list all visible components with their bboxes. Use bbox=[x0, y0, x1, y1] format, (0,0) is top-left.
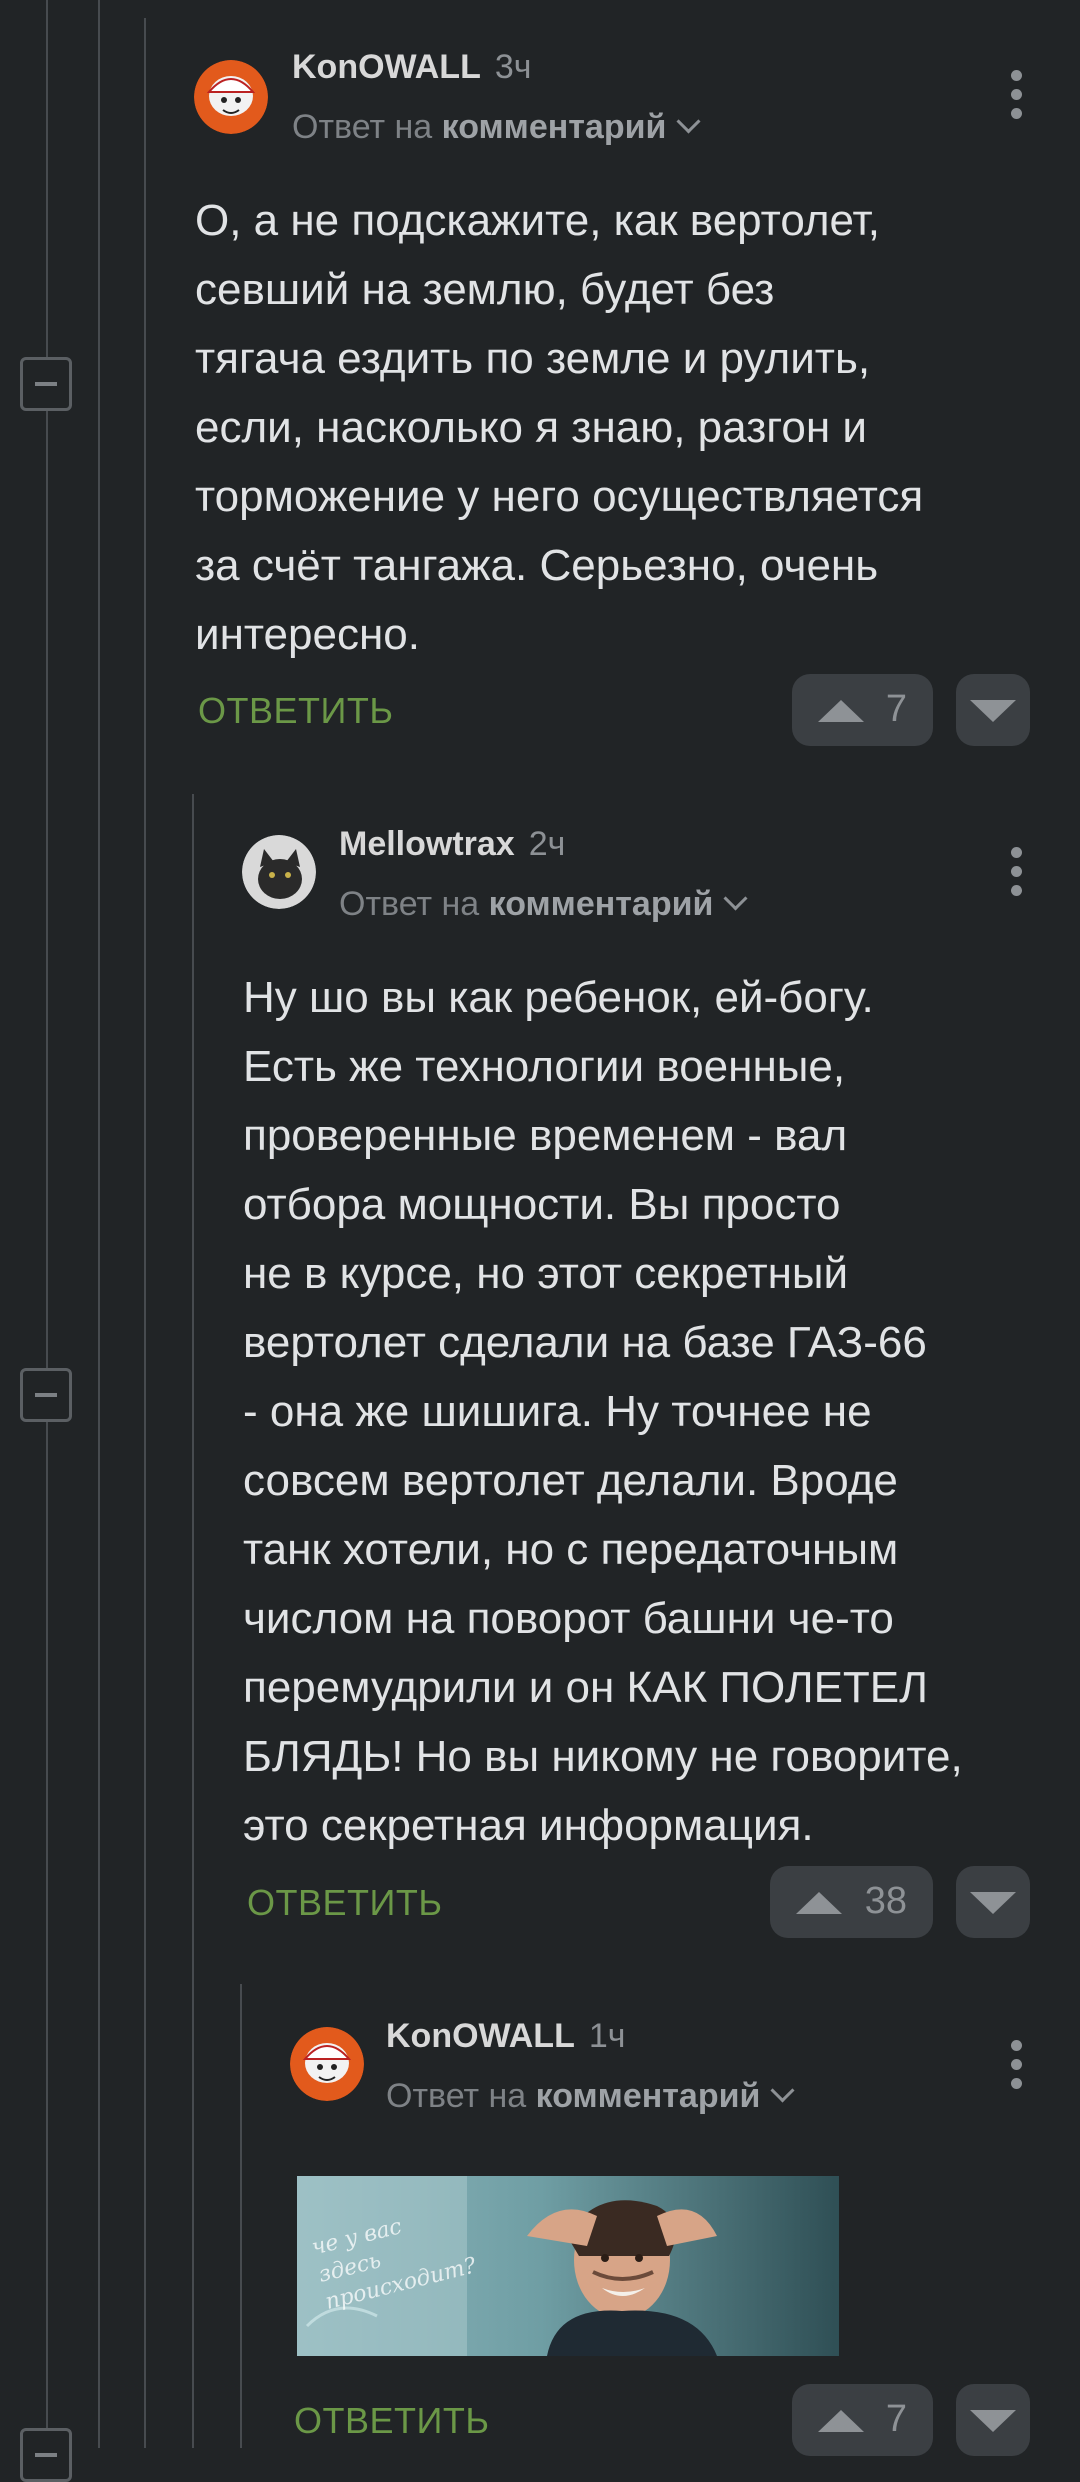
thread-line bbox=[98, 0, 100, 2448]
triangle-down-icon bbox=[970, 1892, 1016, 1914]
triangle-down-icon bbox=[970, 2410, 1016, 2432]
upvote-button[interactable]: 38 bbox=[770, 1866, 933, 1938]
dot-icon bbox=[1011, 70, 1022, 81]
thread-line bbox=[144, 18, 146, 2448]
more-options-button[interactable] bbox=[1011, 2040, 1023, 2097]
comment-time: 3ч bbox=[494, 48, 532, 86]
comment-text: Ну шо вы как ребенок, ей-богу. Есть же т… bbox=[243, 973, 963, 1850]
upvote-button[interactable]: 7 bbox=[792, 674, 933, 746]
comment-text: О, а не подскажите, как вертолет, севший… bbox=[195, 196, 924, 659]
avatar[interactable] bbox=[194, 60, 268, 134]
author-name[interactable]: Mellowtrax bbox=[339, 825, 515, 863]
reply-target-link[interactable]: комментарий bbox=[536, 2077, 761, 2115]
collapse-thread-button[interactable] bbox=[20, 357, 72, 411]
reply-prefix: Ответ на bbox=[292, 108, 433, 146]
comment-time: 1ч bbox=[588, 2017, 626, 2055]
chevron-down-icon bbox=[723, 886, 748, 911]
dot-icon bbox=[1011, 108, 1022, 119]
reply-prefix: Ответ на bbox=[339, 885, 480, 923]
downvote-button[interactable] bbox=[956, 674, 1030, 746]
avatar[interactable] bbox=[290, 2027, 364, 2101]
rating-count: 7 bbox=[885, 2398, 907, 2440]
more-options-button[interactable] bbox=[1011, 70, 1023, 127]
dot-icon bbox=[1011, 2059, 1022, 2070]
dot-icon bbox=[1011, 866, 1022, 877]
triangle-up-icon bbox=[796, 1892, 842, 1914]
comment-time: 2ч bbox=[528, 825, 566, 863]
dot-icon bbox=[1011, 89, 1022, 100]
reply-reference[interactable]: Ответ на комментарий bbox=[292, 108, 701, 147]
triangle-up-icon bbox=[818, 2410, 864, 2432]
downvote-button[interactable] bbox=[956, 2384, 1030, 2456]
comment-author[interactable]: KonOWALL 1ч bbox=[386, 2017, 625, 2056]
minus-icon bbox=[35, 1393, 57, 1397]
reply-prefix: Ответ на bbox=[386, 2077, 527, 2115]
comment-author[interactable]: Mellowtrax 2ч bbox=[339, 825, 565, 864]
dot-icon bbox=[1011, 2040, 1022, 2051]
author-name[interactable]: KonOWALL bbox=[386, 2017, 575, 2055]
triangle-down-icon bbox=[970, 700, 1016, 722]
chevron-down-icon bbox=[676, 109, 701, 134]
reply-reference[interactable]: Ответ на комментарий bbox=[386, 2077, 795, 2116]
minus-icon bbox=[35, 382, 57, 386]
reply-reference[interactable]: Ответ на комментарий bbox=[339, 885, 748, 924]
reply-button[interactable]: ОТВЕТИТЬ bbox=[198, 690, 394, 732]
reply-target-link[interactable]: комментарий bbox=[442, 108, 667, 146]
collapse-thread-button[interactable] bbox=[20, 1368, 72, 1422]
author-name[interactable]: KonOWALL bbox=[292, 48, 481, 86]
reply-button[interactable]: ОТВЕТИТЬ bbox=[247, 1882, 443, 1924]
rating-count: 38 bbox=[864, 1880, 907, 1922]
dot-icon bbox=[1011, 2078, 1022, 2089]
avatar[interactable] bbox=[242, 835, 316, 909]
collapse-thread-button[interactable] bbox=[20, 2428, 72, 2482]
triangle-up-icon bbox=[818, 700, 864, 722]
reply-target-link[interactable]: комментарий bbox=[489, 885, 714, 923]
more-options-button[interactable] bbox=[1011, 847, 1023, 904]
thread-line bbox=[240, 1984, 242, 2448]
dot-icon bbox=[1011, 885, 1022, 896]
rating-count: 7 bbox=[885, 688, 907, 730]
thread-line bbox=[192, 794, 194, 2448]
comment-image[interactable]: че у вас здесь происходит? bbox=[297, 2176, 839, 2356]
comment-author[interactable]: KonOWALL 3ч bbox=[292, 48, 531, 87]
dot-icon bbox=[1011, 847, 1022, 858]
downvote-button[interactable] bbox=[956, 1866, 1030, 1938]
upvote-button[interactable]: 7 bbox=[792, 2384, 933, 2456]
chevron-down-icon bbox=[770, 2078, 795, 2103]
reply-button[interactable]: ОТВЕТИТЬ bbox=[294, 2400, 490, 2442]
minus-icon bbox=[35, 2453, 57, 2457]
